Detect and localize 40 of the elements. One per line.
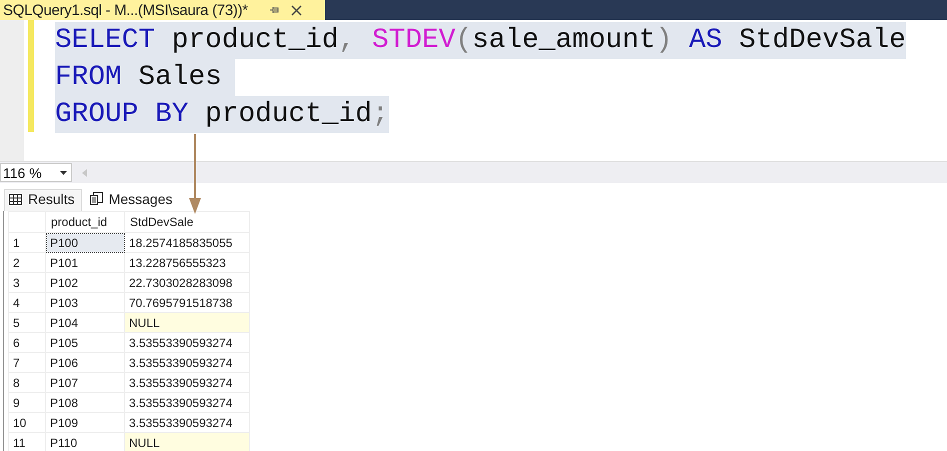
row-number: 11 (8, 432, 46, 451)
document-title: SQLQuery1.sql - M...(MSI\saura (73))* (3, 2, 248, 18)
pin-icon[interactable] (268, 4, 280, 16)
table-cell[interactable]: P100 (46, 232, 124, 252)
table-cell[interactable]: P102 (46, 272, 124, 292)
table-cell[interactable]: P101 (46, 252, 124, 272)
row-number: 6 (8, 332, 46, 352)
table-cell[interactable]: 22.7303028283098 (124, 272, 250, 292)
result-tab[interactable]: Messages (86, 189, 178, 211)
row-number: 7 (8, 352, 46, 372)
table-cell[interactable]: 3.53553390593274 (124, 332, 250, 352)
row-number: 8 (8, 372, 46, 392)
row-number: 5 (8, 312, 46, 332)
document-icon (90, 192, 103, 205)
table-cell[interactable]: 3.53553390593274 (124, 392, 250, 412)
close-icon[interactable] (290, 4, 302, 16)
row-number: 9 (8, 392, 46, 412)
table-cell[interactable]: 18.2574185835055 (124, 232, 250, 252)
row-number: 2 (8, 252, 46, 272)
caret-icon (60, 170, 67, 174)
row-number: 10 (8, 412, 46, 432)
document-tab[interactable]: SQLQuery1.sql - M...(MSI\saura (73))* (0, 0, 325, 20)
table-cell[interactable]: P105 (46, 332, 124, 352)
row-number: 3 (8, 272, 46, 292)
table-cell[interactable]: NULL (124, 312, 250, 332)
table-cell[interactable]: P107 (46, 372, 124, 392)
row-number: 4 (8, 292, 46, 312)
table-cell[interactable]: P108 (46, 392, 124, 412)
table-cell[interactable]: 13.228756555323 (124, 252, 250, 272)
table-cell[interactable]: 3.53553390593274 (124, 352, 250, 372)
table-cell[interactable]: P106 (46, 352, 124, 372)
column-header[interactable]: StdDevSale (124, 212, 250, 232)
zoom-dropdown[interactable]: 116 % (0, 163, 72, 182)
table-cell[interactable]: P104 (46, 312, 124, 332)
table-cell[interactable]: 3.53553390593274 (124, 372, 250, 392)
result-tab[interactable]: Results (4, 189, 82, 211)
table-cell[interactable]: NULL (124, 432, 250, 451)
grid-icon (9, 194, 22, 204)
table-cell[interactable]: P103 (46, 292, 124, 312)
table-cell[interactable]: P109 (46, 412, 124, 432)
